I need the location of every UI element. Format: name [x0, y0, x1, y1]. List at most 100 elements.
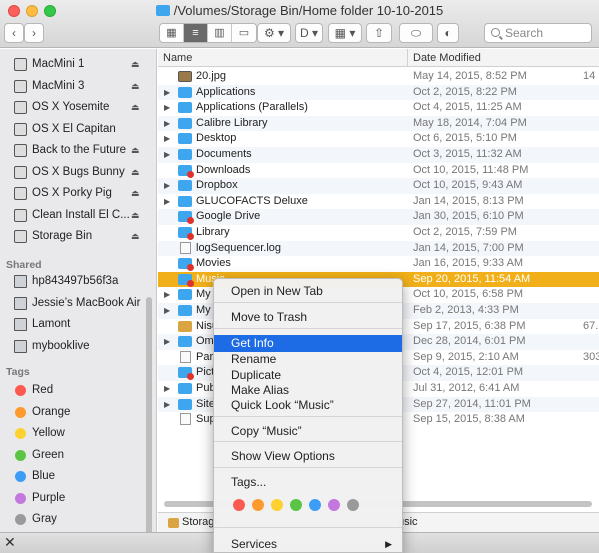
menu-item-label: Tags... [231, 475, 267, 489]
search-field[interactable]: Search [484, 23, 592, 43]
disclosure-triangle-icon[interactable]: ▶ [164, 303, 170, 319]
disclosure-triangle-icon[interactable]: ▶ [164, 116, 170, 132]
menu-item-services[interactable]: Services ▶ [214, 536, 402, 553]
sidebar-tag-green[interactable]: Green [0, 445, 156, 466]
sidebar-tag-red[interactable]: Red [0, 380, 156, 401]
menu-tag-color-dot[interactable] [347, 499, 359, 511]
disclosure-triangle-icon[interactable]: ▶ [164, 397, 170, 413]
sidebar-item-os-x-bugs-bunny[interactable]: OS X Bugs Bunny ⏏ [0, 162, 156, 183]
action-menu-button[interactable]: ⚙ ▾ [257, 23, 291, 43]
menu-item-tags[interactable]: Tags... [214, 474, 402, 491]
list-view-button[interactable]: ≡ [184, 24, 208, 42]
menu-tag-color-dot[interactable] [309, 499, 321, 511]
column-header-date-modified[interactable]: Date Modified [407, 49, 481, 67]
folder-icon [178, 398, 192, 410]
sidebar-tag-purple[interactable]: Purple [0, 488, 156, 509]
disclosure-triangle-icon[interactable]: ▶ [164, 131, 170, 147]
folder-icon [178, 133, 192, 145]
menu-tag-color-dot[interactable] [290, 499, 302, 511]
eject-icon[interactable]: ⏏ [131, 140, 140, 161]
file-row[interactable]: ▶ Dropbox Oct 10, 2015, 9:43 AM [158, 178, 599, 194]
file-row[interactable]: 20.jpg May 14, 2015, 8:52 PM 14 [158, 69, 599, 85]
coverflow-view-button[interactable]: ▭ [232, 24, 256, 42]
menu-item-show-view-options[interactable]: Show View Options [214, 448, 402, 465]
eject-icon[interactable]: ⏏ [131, 76, 140, 97]
disclosure-triangle-icon[interactable]: ▶ [164, 100, 170, 116]
tag-color-dot [15, 449, 26, 461]
sidebar-item-hp843497b56f3a[interactable]: hp843497b56f3a [0, 271, 156, 292]
disclosure-triangle-icon[interactable]: ▶ [164, 194, 170, 210]
file-name: Library [196, 226, 230, 238]
disclosure-triangle-icon[interactable]: ▶ [164, 287, 170, 303]
sidebar-item-clean-install-el-c[interactable]: Clean Install El C... ⏏ [0, 205, 156, 226]
column-view-button[interactable]: ▥ [208, 24, 232, 42]
folder-icon [178, 273, 194, 287]
disclosure-triangle-icon[interactable]: ▶ [164, 147, 170, 163]
dropbox-menu-button[interactable]: D ▾ [295, 23, 323, 43]
share-button[interactable]: ⇧ [366, 23, 392, 43]
sidebar-tag-gray[interactable]: Gray [0, 509, 156, 530]
file-row[interactable]: Downloads Oct 10, 2015, 11:48 PM [158, 163, 599, 179]
disclosure-triangle-icon[interactable]: ▶ [164, 381, 170, 397]
sidebar-item-os-x-yosemite[interactable]: OS X Yosemite ⏏ [0, 97, 156, 118]
eject-icon[interactable]: ⏏ [131, 205, 140, 226]
back-button[interactable]: ‹ [4, 23, 24, 43]
file-row[interactable]: Movies Jan 16, 2015, 9:33 AM [158, 256, 599, 272]
menu-item-move-to-trash[interactable]: Move to Trash [214, 309, 402, 326]
sidebar-item-os-x-el-capitan[interactable]: OS X El Capitan [0, 119, 156, 140]
arrange-menu-button[interactable]: ▦ ▾ [328, 23, 362, 43]
sidebar-item-os-x-porky-pig[interactable]: OS X Porky Pig ⏏ [0, 183, 156, 204]
eject-icon[interactable]: ⏏ [131, 183, 140, 204]
menu-item-open-in-new-tab[interactable]: Open in New Tab [214, 283, 402, 300]
menu-separator [214, 441, 402, 442]
sidebar-item-macmini-1[interactable]: MacMini 1 ⏏ [0, 54, 156, 75]
menu-item-rename[interactable]: Rename [214, 351, 402, 368]
close-icon[interactable]: ✕ [4, 534, 16, 551]
folder-icon [178, 305, 192, 316]
eject-icon[interactable]: ⏏ [131, 226, 140, 247]
tag-color-dot [15, 492, 26, 504]
menu-item-quick-look-music[interactable]: Quick Look “Music” [214, 397, 402, 414]
menu-item-get-info[interactable]: Get Info [214, 335, 402, 352]
sidebar-tag-blue[interactable]: Blue [0, 466, 156, 487]
file-row[interactable]: ▶ GLUCOFACTS Deluxe Jan 14, 2015, 8:13 PM [158, 194, 599, 210]
sidebar-tag-yellow[interactable]: Yellow [0, 423, 156, 444]
menu-tag-color-dot[interactable] [328, 499, 340, 511]
menu-tag-color-dot[interactable] [271, 499, 283, 511]
quicklook-button[interactable]: ◐ [437, 23, 459, 43]
sidebar-item-lamont[interactable]: Lamont [0, 314, 156, 335]
file-row[interactable]: ▶ Desktop Oct 6, 2015, 5:10 PM [158, 131, 599, 147]
file-date-modified: Sep 15, 2015, 8:38 AM [413, 413, 525, 426]
eject-icon[interactable]: ⏏ [131, 54, 140, 75]
menu-tag-color-dot[interactable] [233, 499, 245, 511]
column-header-name[interactable]: Name [163, 52, 192, 64]
file-row[interactable]: ▶ Documents Oct 3, 2015, 11:32 AM [158, 147, 599, 163]
sidebar-item-storage-bin[interactable]: Storage Bin ⏏ [0, 226, 156, 247]
file-row[interactable]: ▶ Calibre Library May 18, 2014, 7:04 PM [158, 115, 599, 132]
menu-item-copy-music[interactable]: Copy “Music” [214, 423, 402, 440]
sidebar: MacMini 1 ⏏ MacMini 3 ⏏ OS X Yosemite ⏏ OS X E… [0, 49, 157, 532]
sidebar-item-mybooklive[interactable]: mybooklive [0, 336, 156, 357]
file-row[interactable]: ▶ Applications (Parallels) Oct 4, 2015, 11… [158, 100, 599, 116]
eject-icon[interactable]: ⏏ [131, 162, 140, 183]
disclosure-triangle-icon[interactable]: ▶ [164, 178, 170, 194]
package-icon [178, 320, 192, 332]
sidebar-item-back-to-the-future[interactable]: Back to the Future ⏏ [0, 140, 156, 161]
disclosure-triangle-icon[interactable]: ▶ [164, 334, 170, 350]
sidebar-tag-orange[interactable]: Orange [0, 402, 156, 423]
file-row[interactable]: Google Drive Jan 30, 2015, 6:10 PM [158, 209, 599, 225]
file-row[interactable]: Library Oct 2, 2015, 7:59 PM [158, 225, 599, 241]
sidebar-item-label: Orange [32, 405, 71, 418]
icon-view-button[interactable]: ▦ [160, 24, 184, 42]
sidebar-item-jessie-s-macbook-air[interactable]: Jessie’s MacBook Air [0, 293, 156, 314]
sidebar-item-macmini-3[interactable]: MacMini 3 ⏏ [0, 76, 156, 97]
document-icon [180, 241, 191, 254]
edit-tags-button[interactable]: ⬭ [399, 23, 433, 43]
file-row[interactable]: logSequencer.log Jan 14, 2015, 7:00 PM [158, 240, 599, 257]
window-title: /Volumes/Storage Bin/Home folder 10-10-2… [0, 3, 599, 18]
menu-tag-color-dot[interactable] [252, 499, 264, 511]
disclosure-triangle-icon[interactable]: ▶ [164, 85, 170, 101]
forward-button[interactable]: › [24, 23, 44, 43]
eject-icon[interactable]: ⏏ [131, 97, 140, 118]
file-row[interactable]: ▶ Applications Oct 2, 2015, 8:22 PM [158, 84, 599, 101]
